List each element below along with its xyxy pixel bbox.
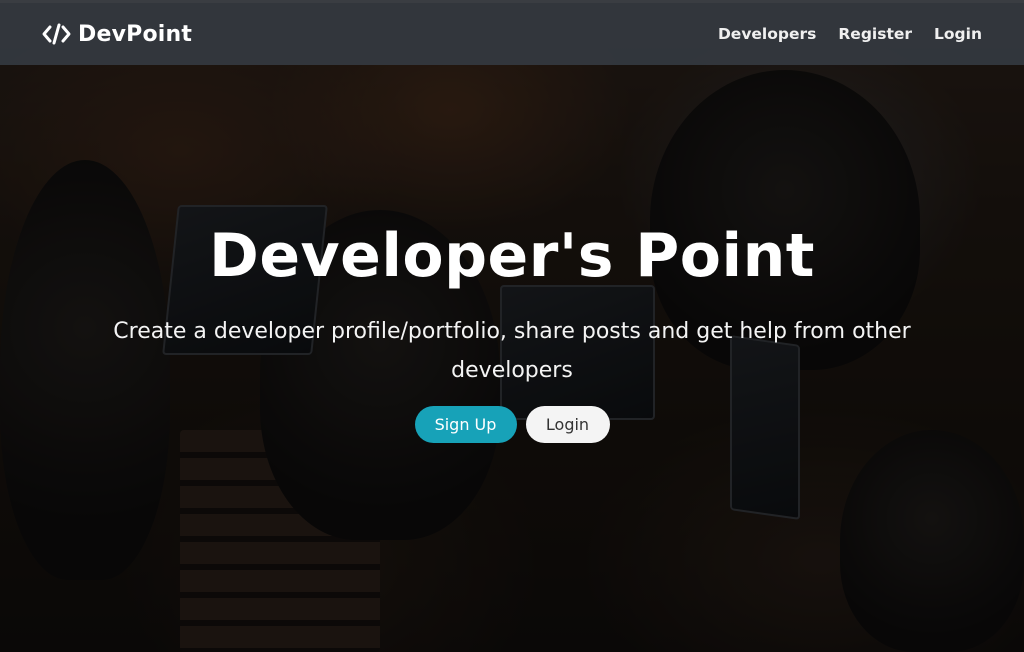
nav-links: Developers Register Login xyxy=(718,25,982,43)
hero-content: Developer's Point Create a developer pro… xyxy=(0,220,1024,443)
brand-link[interactable]: DevPoint xyxy=(42,22,192,47)
nav-link-developers[interactable]: Developers xyxy=(718,25,816,43)
brand-name: DevPoint xyxy=(78,21,193,47)
hero-buttons: Sign Up Login xyxy=(0,406,1024,443)
nav-link-login[interactable]: Login xyxy=(934,25,982,43)
sign-up-button[interactable]: Sign Up xyxy=(414,406,517,443)
hero-lead-text: Create a developer profile/portfolio, sh… xyxy=(113,319,911,383)
login-button[interactable]: Login xyxy=(525,406,610,443)
navbar: DevPoint Developers Register Login xyxy=(0,3,1024,65)
code-icon xyxy=(42,23,72,45)
hero-title: Developer's Point xyxy=(209,221,815,291)
nav-link-register[interactable]: Register xyxy=(838,25,912,43)
